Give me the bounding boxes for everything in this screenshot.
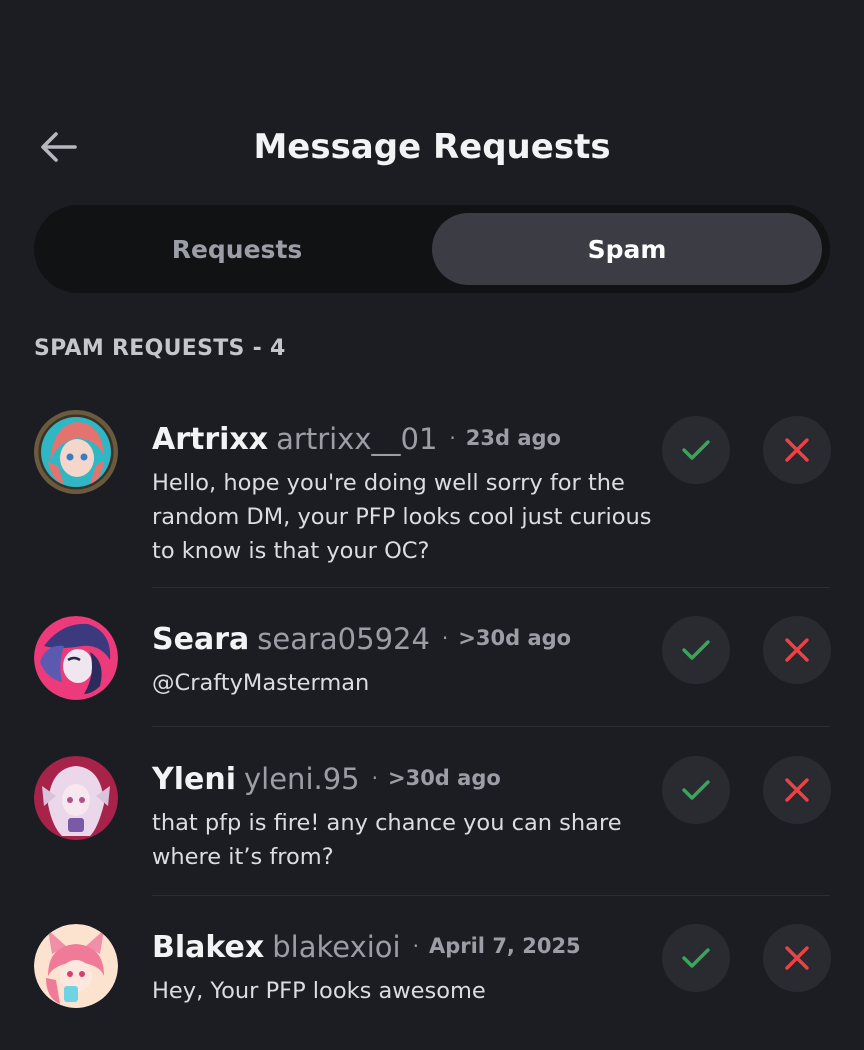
timestamp: 23d ago: [465, 426, 561, 450]
username: blakexioi: [272, 930, 401, 964]
separator-dot: ·: [412, 934, 419, 958]
request-content: Yleni yleni.95 · >30d ago that pfp is fi…: [152, 762, 652, 874]
avatar: [34, 756, 118, 840]
message-requests-screen: Message Requests Requests Spam SPAM REQU…: [0, 0, 864, 1050]
divider: [152, 726, 830, 727]
accept-button[interactable]: [662, 616, 730, 684]
timestamp: >30d ago: [387, 766, 501, 790]
separator-dot: ·: [449, 426, 456, 450]
reject-button[interactable]: [763, 416, 831, 484]
checkmark-icon: [682, 948, 710, 968]
display-name: Blakex: [152, 930, 265, 965]
display-name: Yleni: [152, 762, 236, 797]
checkmark-icon: [682, 440, 710, 460]
divider: [152, 587, 830, 588]
divider: [152, 895, 830, 896]
message-preview: Hello, hope you're doing well sorry for …: [152, 470, 652, 564]
username: yleni.95: [244, 762, 360, 796]
tab-switcher: Requests Spam: [34, 205, 830, 293]
separator-dot: ·: [371, 766, 378, 790]
tab-requests[interactable]: Requests: [42, 213, 432, 285]
reject-button[interactable]: [763, 924, 831, 992]
accept-button[interactable]: [662, 416, 730, 484]
close-x-icon: [785, 438, 809, 462]
avatar: [34, 616, 118, 700]
username: seara05924: [257, 622, 430, 656]
tab-spam[interactable]: Spam: [432, 213, 822, 285]
timestamp: April 7, 2025: [428, 934, 581, 958]
message-preview: Hey, Your PFP looks awesome: [152, 978, 486, 1004]
close-x-icon: [785, 778, 809, 802]
checkmark-icon: [682, 780, 710, 800]
section-header: SPAM REQUESTS - 4: [34, 336, 286, 361]
reject-button[interactable]: [763, 616, 831, 684]
request-content: Artrixx artrixx__01 · 23d ago Hello, hop…: [152, 422, 652, 568]
display-name: Seara: [152, 622, 250, 657]
checkmark-icon: [682, 640, 710, 660]
reject-button[interactable]: [763, 756, 831, 824]
avatar: [34, 924, 118, 1008]
display-name: Artrixx: [152, 422, 269, 457]
username: artrixx__01: [276, 422, 438, 456]
close-x-icon: [785, 638, 809, 662]
timestamp: >30d ago: [458, 626, 572, 650]
separator-dot: ·: [441, 626, 449, 650]
request-content: Seara seara05924 · >30d ago @CraftyMaste…: [152, 622, 652, 700]
accept-button[interactable]: [662, 924, 730, 992]
close-x-icon: [785, 946, 809, 970]
accept-button[interactable]: [662, 756, 730, 824]
message-preview: that pfp is fire! any chance you can sha…: [152, 810, 622, 870]
request-content: Blakex blakexioi · April 7, 2025 Hey, Yo…: [152, 930, 652, 1008]
avatar: [34, 410, 118, 494]
message-preview: @CraftyMasterman: [152, 670, 370, 696]
page-title: Message Requests: [253, 127, 611, 167]
